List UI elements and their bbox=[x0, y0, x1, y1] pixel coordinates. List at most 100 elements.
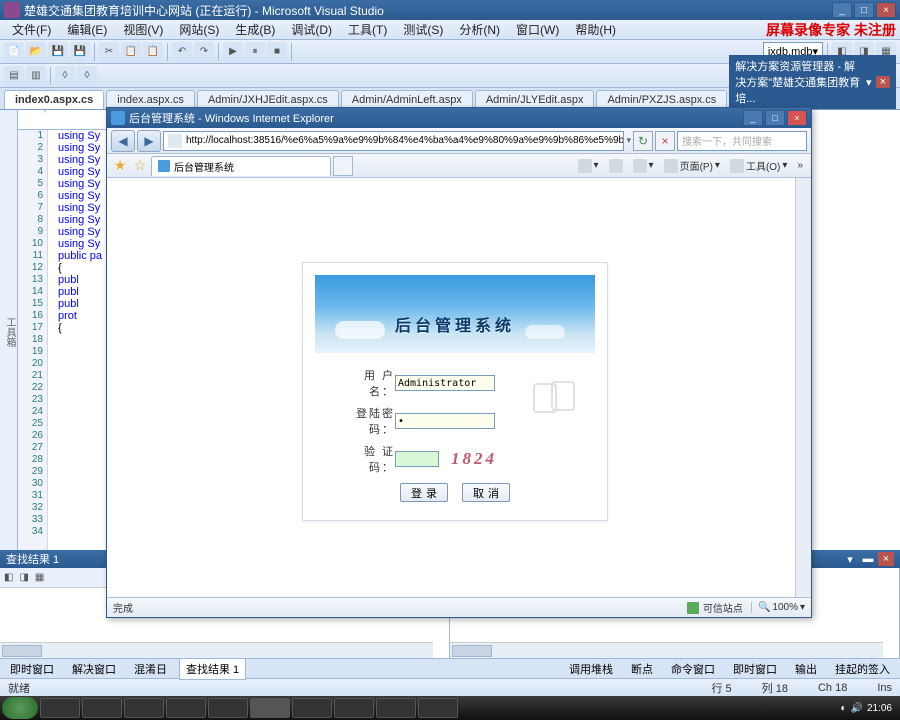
toolbar2-btn-2[interactable]: ▥ bbox=[26, 66, 46, 86]
vs-minimize-button[interactable]: _ bbox=[832, 2, 852, 18]
solution-pin-icon[interactable]: ▾ bbox=[866, 76, 872, 89]
taskbar-item-5[interactable] bbox=[208, 698, 248, 718]
find-tool-1[interactable]: ◧ bbox=[4, 572, 13, 583]
menu-test[interactable]: 测试(S) bbox=[395, 19, 451, 40]
btab-log[interactable]: 混淆日 bbox=[128, 659, 173, 679]
taskbar-item-1[interactable] bbox=[40, 698, 80, 718]
taskbar-item-3[interactable] bbox=[124, 698, 164, 718]
find-close-icon[interactable]: × bbox=[878, 552, 894, 566]
btab-breakpoints[interactable]: 断点 bbox=[625, 659, 659, 679]
find-tool-3[interactable]: ▦ bbox=[35, 572, 44, 583]
password-input[interactable] bbox=[395, 413, 495, 429]
ie-security-zone[interactable]: 可信站点 bbox=[687, 600, 743, 615]
login-button[interactable]: 登录 bbox=[400, 483, 448, 502]
new-file-icon[interactable]: 📄 bbox=[4, 42, 24, 62]
ie-minimize-button[interactable]: _ bbox=[743, 110, 763, 126]
tray-icon-2[interactable]: 🔊 bbox=[851, 703, 863, 714]
ie-close-button[interactable]: × bbox=[787, 110, 807, 126]
captcha-image[interactable]: 1824 bbox=[451, 449, 497, 469]
btab-immediate2[interactable]: 即时窗口 bbox=[727, 659, 783, 679]
find-tool-2[interactable]: ◨ bbox=[19, 572, 28, 583]
pause-icon[interactable]: ⏸ bbox=[245, 42, 265, 62]
ie-print-button[interactable]: ▾ bbox=[629, 159, 658, 173]
open-icon[interactable]: 📂 bbox=[26, 42, 46, 62]
url-dropdown-icon[interactable]: ▾ bbox=[626, 135, 631, 146]
taskbar-item-9[interactable] bbox=[376, 698, 416, 718]
toolbar2-btn-4[interactable]: ◊ bbox=[77, 66, 97, 86]
menu-website[interactable]: 网站(S) bbox=[171, 19, 227, 40]
taskbar-item-2[interactable] bbox=[82, 698, 122, 718]
find-dropdown-icon[interactable]: ▾ bbox=[842, 552, 858, 566]
home-icon bbox=[578, 159, 592, 173]
save-all-icon[interactable]: 💾 bbox=[70, 42, 90, 62]
menu-debug[interactable]: 调试(D) bbox=[283, 19, 340, 40]
ie-stop-button[interactable]: × bbox=[655, 131, 675, 151]
menu-view[interactable]: 视图(V) bbox=[115, 19, 171, 40]
taskbar-item-4[interactable] bbox=[166, 698, 206, 718]
ie-tools-menu[interactable]: 工具(O)▾ bbox=[726, 158, 791, 173]
toolbox-sidebar[interactable]: 工具箱 bbox=[0, 110, 18, 550]
btab-solve[interactable]: 解决窗口 bbox=[66, 659, 122, 679]
ie-new-tab-button[interactable] bbox=[333, 156, 353, 176]
taskbar-item-7[interactable] bbox=[292, 698, 332, 718]
save-icon[interactable]: 💾 bbox=[48, 42, 68, 62]
menu-help[interactable]: 帮助(H) bbox=[567, 19, 624, 40]
solution-explorer-tab[interactable]: 解决方案资源管理器 - 解决方案"楚雄交通集团教育培... ▾ × bbox=[729, 55, 896, 109]
system-tray[interactable]: ◐ 🔊 21:06 bbox=[834, 703, 898, 714]
btab-output[interactable]: 输出 bbox=[789, 659, 823, 679]
ie-maximize-button[interactable]: □ bbox=[765, 110, 785, 126]
menu-window[interactable]: 窗口(W) bbox=[508, 19, 567, 40]
ie-page-menu[interactable]: 页面(P)▾ bbox=[660, 158, 724, 173]
ie-forward-button[interactable]: ▶ bbox=[137, 130, 161, 152]
vs-close-button[interactable]: × bbox=[876, 2, 896, 18]
favorites-add-icon[interactable]: ☆ bbox=[131, 157, 149, 175]
tray-icon-1[interactable]: ◐ bbox=[840, 703, 846, 714]
menu-analyze[interactable]: 分析(N) bbox=[451, 19, 508, 40]
cut-icon[interactable]: ✂ bbox=[99, 42, 119, 62]
tab-index0[interactable]: index0.aspx.cs bbox=[4, 90, 104, 109]
find-pin-icon[interactable]: ▬ bbox=[860, 552, 876, 566]
captcha-input[interactable] bbox=[395, 451, 439, 467]
ie-search-input[interactable]: 搜索一下，共同搜索 bbox=[677, 131, 807, 151]
ie-back-button[interactable]: ◀ bbox=[111, 130, 135, 152]
start-button[interactable] bbox=[2, 697, 38, 719]
username-input[interactable] bbox=[395, 375, 495, 391]
ie-url-input[interactable]: http://localhost:38516/%e6%a5%9a%e9%9b%8… bbox=[163, 131, 624, 151]
menu-file[interactable]: 文件(F) bbox=[4, 19, 59, 40]
btab-immediate[interactable]: 即时窗口 bbox=[4, 659, 60, 679]
ie-page-tab[interactable]: 后台管理系统 bbox=[151, 156, 331, 176]
btab-pending[interactable]: 挂起的签入 bbox=[829, 659, 896, 679]
toolbar2-btn-1[interactable]: ▤ bbox=[4, 66, 24, 86]
copy-icon[interactable]: 📋 bbox=[121, 42, 141, 62]
clock[interactable]: 21:06 bbox=[867, 703, 892, 714]
taskbar-item-8[interactable] bbox=[334, 698, 374, 718]
vs-maximize-button[interactable]: □ bbox=[854, 2, 874, 18]
cancel-button[interactable]: 取消 bbox=[462, 483, 510, 502]
redo-icon[interactable]: ↷ bbox=[194, 42, 214, 62]
favorites-star-icon[interactable]: ★ bbox=[111, 157, 129, 175]
undo-icon[interactable]: ↶ bbox=[172, 42, 192, 62]
ie-title-bar[interactable]: 后台管理系统 - Windows Internet Explorer _ □ × bbox=[107, 108, 811, 128]
zoom-dropdown-icon[interactable]: ▾ bbox=[800, 602, 805, 613]
menu-build[interactable]: 生成(B) bbox=[227, 19, 283, 40]
taskbar-item-10[interactable] bbox=[418, 698, 458, 718]
toolbar2-btn-3[interactable]: ◊ bbox=[55, 66, 75, 86]
taskbar-item-6[interactable] bbox=[250, 698, 290, 718]
paste-icon[interactable]: 📋 bbox=[143, 42, 163, 62]
menu-tools[interactable]: 工具(T) bbox=[340, 19, 395, 40]
ie-feed-button[interactable] bbox=[605, 159, 627, 173]
ie-refresh-button[interactable]: ↻ bbox=[633, 131, 653, 151]
solution-close-icon[interactable]: × bbox=[876, 76, 890, 88]
find-left-scrollbar[interactable] bbox=[0, 642, 433, 658]
find-right-scrollbar[interactable] bbox=[450, 642, 883, 658]
menu-edit[interactable]: 编辑(E) bbox=[59, 19, 115, 40]
run-icon[interactable]: ▶ bbox=[223, 42, 243, 62]
stop-icon[interactable]: ■ bbox=[267, 42, 287, 62]
ie-vertical-scrollbar[interactable] bbox=[795, 178, 811, 597]
ie-home-button[interactable]: ▾ bbox=[574, 159, 603, 173]
btab-callstack[interactable]: 调用堆栈 bbox=[563, 659, 619, 679]
btab-find[interactable]: 查找结果 1 bbox=[179, 658, 246, 680]
ie-more-icon[interactable]: » bbox=[793, 160, 807, 171]
ie-zoom-control[interactable]: 🔍 100% ▾ bbox=[751, 602, 805, 613]
btab-command[interactable]: 命令窗口 bbox=[665, 659, 721, 679]
